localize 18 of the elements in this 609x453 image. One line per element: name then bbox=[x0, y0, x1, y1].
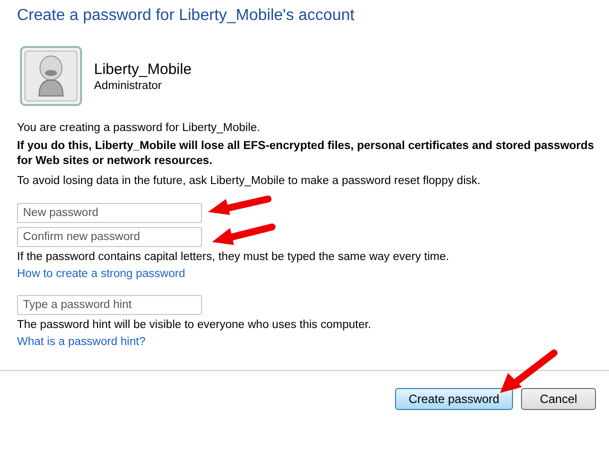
strong-password-link[interactable]: How to create a strong password bbox=[17, 267, 609, 282]
user-role: Administrator bbox=[94, 80, 163, 92]
dialog-button[interactable]: Create password bbox=[395, 388, 513, 410]
intro-text: You are creating a password for Liberty_Mobile. bbox=[17, 121, 262, 136]
pointer-arrow-drawing bbox=[210, 223, 276, 247]
case-note-text: If the password contains capital letters, they must be typed the same way every time. bbox=[17, 250, 450, 265]
warning-text: If you do this, Liberty_Mobile will lose all EFS-encrypted files, personal certificates and stored passwords for Web sites or network resources. bbox=[17, 139, 596, 169]
page-title: Create a password for Liberty_Mobile's account bbox=[17, 7, 354, 25]
hint-note-text: The password hint will be visible to everyone who uses this computer. bbox=[17, 318, 372, 333]
password-hint-field[interactable]: Type a password hint bbox=[17, 295, 202, 315]
user-avatar-icon bbox=[20, 46, 82, 106]
advice-text: To avoid losing data in the future, ask Liberty_Mobile to make a password reset floppy disk. bbox=[17, 174, 482, 189]
password-hint-link[interactable]: What is a password hint? bbox=[17, 335, 609, 350]
password-field[interactable]: New password bbox=[17, 203, 202, 223]
pointer-arrow-drawing bbox=[206, 195, 272, 217]
dialog-button[interactable]: Cancel bbox=[521, 388, 596, 410]
password-field[interactable]: Confirm new password bbox=[17, 227, 202, 247]
user-name: Liberty_Mobile bbox=[94, 60, 192, 78]
